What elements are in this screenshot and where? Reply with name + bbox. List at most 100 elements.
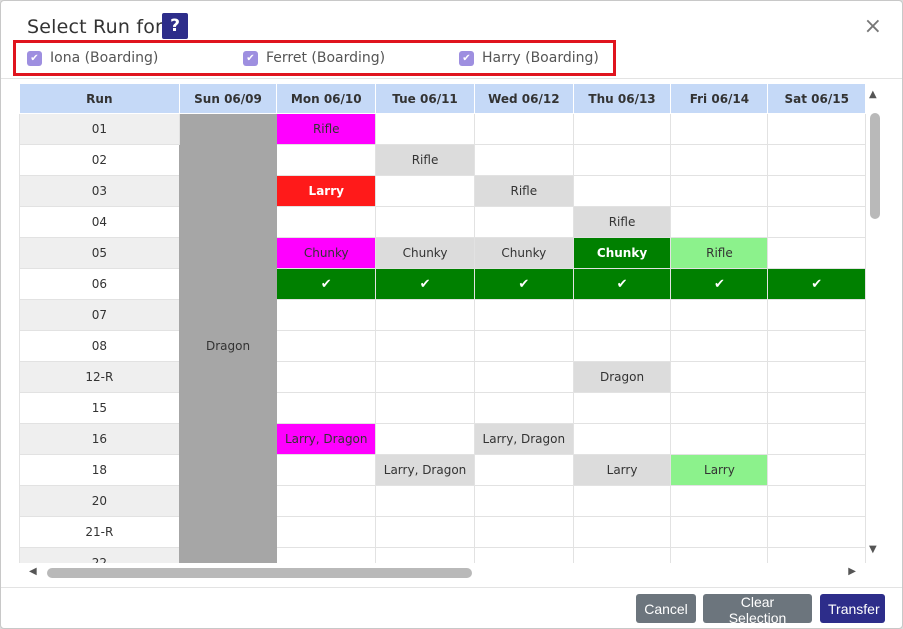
day-cell[interactable] <box>767 454 866 486</box>
day-cell[interactable]: Rifle <box>375 144 475 176</box>
day-cell[interactable] <box>670 175 769 207</box>
day-cell[interactable] <box>767 516 866 548</box>
day-cell[interactable] <box>375 113 475 145</box>
help-icon[interactable]: ? <box>162 13 188 39</box>
day-cell[interactable] <box>375 485 475 517</box>
day-cell[interactable] <box>473 485 574 517</box>
day-cell[interactable] <box>670 144 769 176</box>
day-cell[interactable] <box>572 516 672 548</box>
day-cell[interactable] <box>767 423 866 455</box>
day-cell[interactable] <box>670 392 769 424</box>
day-cell[interactable] <box>375 330 475 362</box>
day-cell[interactable]: Chunky <box>572 237 672 269</box>
day-cell[interactable] <box>767 392 866 424</box>
day-cell[interactable] <box>473 454 574 486</box>
day-cell[interactable]: Rifle <box>473 175 574 207</box>
day-cell[interactable] <box>767 206 866 238</box>
day-cell[interactable] <box>473 330 574 362</box>
day-cell[interactable]: Larry <box>670 454 769 486</box>
day-cell[interactable] <box>473 361 574 393</box>
scroll-right-icon[interactable]: ▶ <box>848 566 856 577</box>
scroll-left-icon[interactable]: ◀ <box>29 566 37 577</box>
day-cell[interactable] <box>276 392 377 424</box>
day-cell[interactable] <box>670 547 769 563</box>
day-cell[interactable] <box>375 423 475 455</box>
day-cell[interactable] <box>276 206 377 238</box>
day-cell[interactable] <box>375 299 475 331</box>
day-cell[interactable]: Dragon <box>572 361 672 393</box>
day-cell[interactable] <box>276 330 377 362</box>
day-cell[interactable] <box>276 144 377 176</box>
scroll-down-icon[interactable]: ▼ <box>869 544 877 555</box>
pet-checkbox-harry[interactable]: ✔ Harry (Boarding) <box>459 50 599 66</box>
day-cell[interactable]: Chunky <box>473 237 574 269</box>
day-cell[interactable] <box>767 299 866 331</box>
day-cell[interactable]: Rifle <box>572 206 672 238</box>
selected-check-cell[interactable]: ✔ <box>670 268 769 300</box>
scroll-up-icon[interactable]: ▲ <box>869 89 877 100</box>
day-cell[interactable] <box>276 485 377 517</box>
day-cell[interactable] <box>473 113 574 145</box>
day-cell[interactable] <box>670 113 769 145</box>
day-cell[interactable] <box>375 175 475 207</box>
day-cell[interactable] <box>572 392 672 424</box>
day-cell[interactable] <box>767 547 866 563</box>
day-cell[interactable] <box>276 361 377 393</box>
vertical-scrollbar[interactable]: ▲ ▼ <box>866 83 884 563</box>
day-cell[interactable] <box>670 330 769 362</box>
day-cell[interactable] <box>670 206 769 238</box>
day-cell[interactable] <box>375 361 475 393</box>
day-cell[interactable] <box>670 299 769 331</box>
clear-selection-button[interactable]: Clear Selection <box>703 594 812 626</box>
day-cell[interactable] <box>572 423 672 455</box>
day-cell[interactable] <box>276 547 377 563</box>
day-cell[interactable] <box>375 516 475 548</box>
selected-check-cell[interactable]: ✔ <box>473 268 574 300</box>
scroll-thumb[interactable] <box>870 113 880 219</box>
day-cell[interactable] <box>375 547 475 563</box>
day-cell[interactable] <box>670 485 769 517</box>
day-cell[interactable]: Larry <box>572 454 672 486</box>
transfer-button[interactable]: Transfer <box>820 594 885 623</box>
day-cell[interactable]: Larry, Dragon <box>375 454 475 486</box>
day-cell[interactable]: Rifle <box>670 237 769 269</box>
day-cell[interactable]: Larry, Dragon <box>276 423 377 455</box>
day-cell[interactable] <box>375 392 475 424</box>
day-cell[interactable]: Chunky <box>276 237 377 269</box>
day-cell[interactable] <box>572 144 672 176</box>
day-cell[interactable] <box>670 423 769 455</box>
sunday-dragon-block[interactable]: Dragon <box>178 113 278 563</box>
day-cell[interactable] <box>670 361 769 393</box>
day-cell[interactable] <box>670 516 769 548</box>
day-cell[interactable] <box>276 454 377 486</box>
close-icon[interactable]: × <box>864 14 882 39</box>
day-cell[interactable] <box>767 144 866 176</box>
day-cell[interactable]: Larry, Dragon <box>473 423 574 455</box>
horizontal-scrollbar[interactable]: ◀ ▶ <box>19 563 866 583</box>
day-cell[interactable] <box>767 330 866 362</box>
day-cell[interactable]: Larry <box>276 175 377 207</box>
selected-check-cell[interactable]: ✔ <box>375 268 475 300</box>
day-cell[interactable]: Chunky <box>375 237 475 269</box>
selected-check-cell[interactable]: ✔ <box>572 268 672 300</box>
day-cell[interactable]: Rifle <box>276 113 377 145</box>
day-cell[interactable] <box>473 547 574 563</box>
pet-checkbox-iona[interactable]: ✔ Iona (Boarding) <box>27 50 158 66</box>
day-cell[interactable] <box>572 299 672 331</box>
day-cell[interactable] <box>473 299 574 331</box>
selected-check-cell[interactable]: ✔ <box>767 268 866 300</box>
selected-check-cell[interactable]: ✔ <box>276 268 377 300</box>
day-cell[interactable] <box>276 516 377 548</box>
cancel-button[interactable]: Cancel <box>636 594 696 623</box>
day-cell[interactable] <box>473 516 574 548</box>
day-cell[interactable] <box>473 206 574 238</box>
day-cell[interactable] <box>572 113 672 145</box>
day-cell[interactable] <box>767 113 866 145</box>
day-cell[interactable] <box>767 485 866 517</box>
day-cell[interactable] <box>572 485 672 517</box>
day-cell[interactable] <box>767 237 866 269</box>
day-cell[interactable] <box>767 175 866 207</box>
day-cell[interactable] <box>276 299 377 331</box>
day-cell[interactable] <box>473 144 574 176</box>
day-cell[interactable] <box>767 361 866 393</box>
